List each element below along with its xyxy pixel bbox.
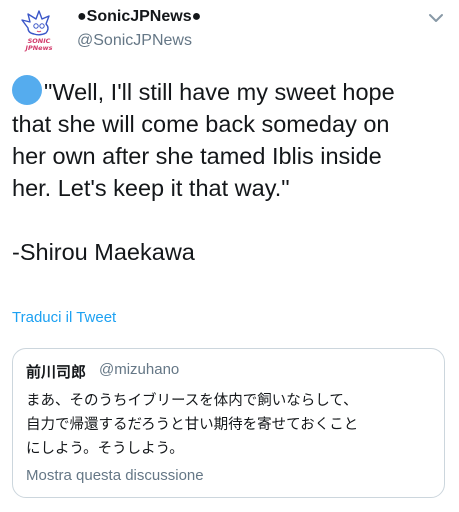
author-display-name[interactable]: ●SonicJPNews●	[77, 8, 201, 26]
quoted-author-name: 前川司郎	[26, 363, 87, 381]
tweet-text-line: that she will come back someday on	[12, 111, 390, 137]
quoted-author-handle: @mizuhano	[99, 361, 180, 378]
tweet-header: SONIC JPNews ●SonicJPNews● @SonicJPNews	[0, 0, 459, 60]
quoted-text-line: 自力で帰還するだろうと甘い期待を寄せておくこと	[26, 417, 359, 433]
author-avatar[interactable]: SONIC JPNews	[14, 6, 64, 56]
translate-tweet-link[interactable]: Traduci il Tweet	[12, 309, 116, 326]
quoted-text-line: にしよう。そうしよう。	[26, 441, 184, 457]
chevron-down-icon[interactable]	[426, 10, 446, 26]
tweet-text-line: her. Let's keep it that way."	[12, 175, 290, 201]
show-thread-link[interactable]: Mostra questa discussione	[26, 467, 204, 484]
tweet-text-line: -Shirou Maekawa	[12, 239, 195, 265]
author-handle[interactable]: @SonicJPNews	[77, 32, 192, 50]
quoted-tweet-text: まあ、そのうちイブリースを体内で飼いならして、 自力で帰還するだろうと甘い期待を…	[26, 389, 436, 461]
blue-circle-icon	[12, 75, 42, 105]
quoted-text-line: まあ、そのうちイブリースを体内で飼いならして、	[26, 393, 358, 409]
tweet-text-line: her own after she tamed Iblis inside	[12, 143, 382, 169]
avatar-logo-text: SONIC JPNews	[25, 37, 53, 52]
quoted-tweet[interactable]: 前川司郎 @mizuhano まあ、そのうちイブリースを体内で飼いならして、 自…	[12, 348, 445, 498]
tweet-body: "Well, I'll still have my sweet hope tha…	[12, 75, 452, 268]
tweet-text-line: "Well, I'll still have my sweet hope	[12, 75, 452, 108]
